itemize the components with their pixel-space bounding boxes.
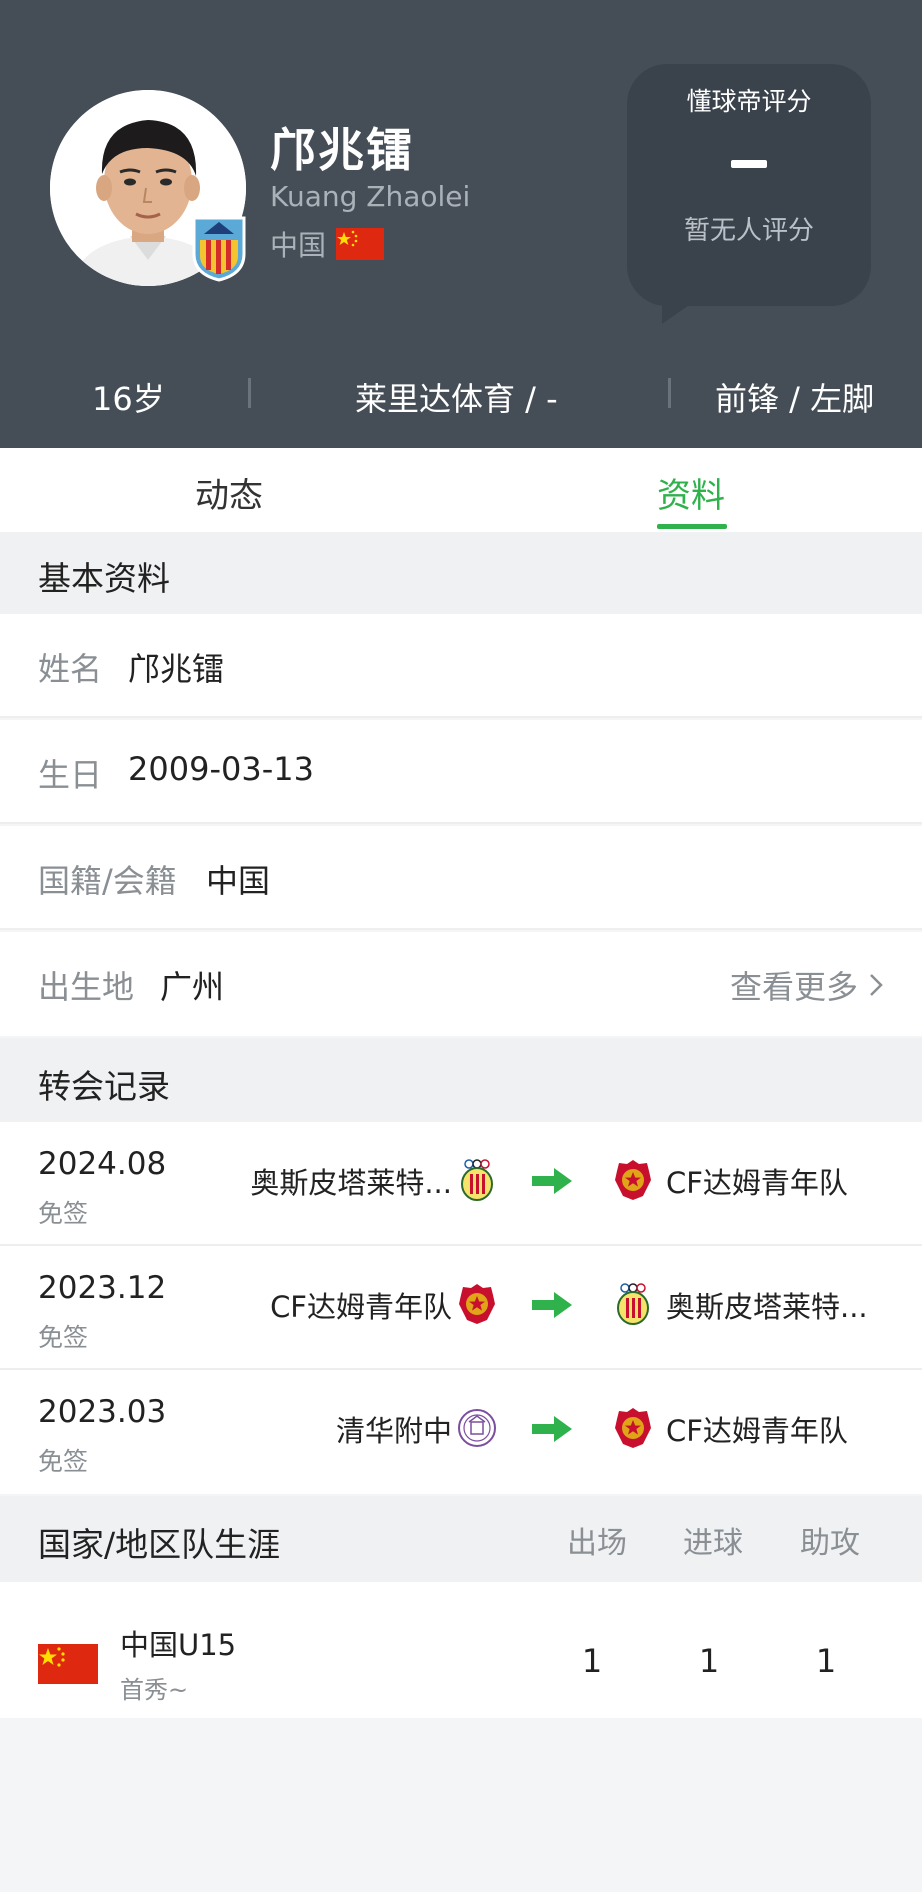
tab-dynamics[interactable]: 动态	[195, 468, 263, 517]
active-tab-indicator	[657, 524, 727, 529]
stat-assists: 1	[815, 1642, 837, 1680]
player-club[interactable]: 莱里达体育 / -	[355, 374, 558, 420]
rating-card[interactable]: 懂球帝评分 暂无人评分	[627, 64, 871, 306]
national-team-name: 中国U15	[120, 1628, 237, 1662]
section-title: 基本资料	[38, 559, 170, 598]
transfer-from-club: 清华附中	[335, 1414, 452, 1448]
player-header: 邝兆镭 Kuang Zhaolei 中国 懂球帝评分 暂无人评分 16岁 莱里达…	[0, 0, 922, 448]
hospitalet-crest-icon	[457, 1158, 497, 1202]
info-value: 邝兆镭	[128, 650, 225, 688]
view-more-link[interactable]: 查看更多	[730, 962, 884, 1008]
info-label: 生日	[38, 756, 103, 794]
player-name-english: Kuang Zhaolei	[270, 180, 471, 213]
player-name: 邝兆镭	[270, 123, 414, 177]
transfer-row[interactable]: 2024.08 免签 奥斯皮塔莱特... CF达姆青年队	[0, 1122, 922, 1246]
transfer-to-club: 奥斯皮塔莱特...	[666, 1290, 868, 1324]
arrow-right-icon	[532, 1290, 574, 1320]
rating-title: 懂球帝评分	[686, 87, 812, 116]
transfer-from-club: CF达姆青年队	[270, 1290, 452, 1324]
section-national-career: 国家/地区队生涯 出场 进球 助攻	[0, 1496, 922, 1582]
section-basic-info: 基本资料	[0, 532, 922, 614]
info-value: 中国	[206, 862, 271, 900]
hospitalet-crest-icon	[613, 1282, 653, 1326]
info-value: 2009-03-13	[128, 750, 314, 788]
transfer-to-club: CF达姆青年队	[666, 1166, 848, 1200]
info-row-birthplace: 出生地 广州 查看更多	[0, 932, 922, 1036]
transfer-date: 2024.08	[38, 1146, 167, 1182]
transfer-from-club: 奥斯皮塔莱特...	[250, 1166, 452, 1200]
info-row-birthday: 生日 2009-03-13	[0, 720, 922, 824]
tab-bar: 动态 资料	[0, 448, 922, 532]
view-more-label: 查看更多	[729, 968, 858, 1006]
national-team-note: 首秀~	[120, 1676, 189, 1704]
china-flag-icon	[336, 228, 385, 260]
section-title: 转会记录	[38, 1067, 170, 1106]
arrow-right-icon	[532, 1414, 574, 1444]
column-header-assists: 助攻	[800, 1526, 860, 1561]
tab-profile[interactable]: 资料	[657, 468, 725, 517]
rating-subtitle: 暂无人评分	[683, 216, 814, 246]
transfer-type: 免签	[38, 1447, 89, 1476]
stat-appearances: 1	[581, 1642, 603, 1680]
transfer-date: 2023.12	[38, 1270, 167, 1306]
player-age: 16岁	[92, 380, 165, 418]
info-row-name: 姓名 邝兆镭	[0, 614, 922, 718]
damm-crest-icon	[457, 1282, 497, 1326]
info-label: 国籍/会籍	[38, 862, 177, 900]
rating-value-empty	[731, 160, 767, 168]
info-value: 广州	[160, 968, 225, 1006]
column-header-apps: 出场	[567, 1526, 627, 1561]
damm-crest-icon	[613, 1406, 653, 1450]
china-flag-icon	[38, 1644, 98, 1684]
transfer-to-club: CF达姆青年队	[666, 1414, 848, 1448]
info-label: 出生地	[38, 968, 135, 1006]
stats-divider	[668, 378, 671, 408]
info-row-nationality: 国籍/会籍 中国	[0, 826, 922, 930]
transfer-type: 免签	[38, 1199, 89, 1228]
arrow-right-icon	[532, 1166, 574, 1196]
chevron-right-icon	[870, 974, 883, 996]
transfer-type: 免签	[38, 1323, 89, 1352]
transfer-row[interactable]: 2023.12 免签 CF达姆青年队 奥斯皮塔莱特...	[0, 1246, 922, 1370]
national-team-row[interactable]: 中国U15 首秀~ 1 1 1	[0, 1582, 922, 1718]
column-header-goals: 进球	[683, 1526, 743, 1561]
transfer-row[interactable]: 2023.03 免签 清华附中 CF达姆青年队	[0, 1370, 922, 1494]
player-nationality: 中国	[270, 224, 385, 264]
player-position: 前锋 / 左脚	[715, 380, 875, 418]
rating-bubble-tail	[662, 296, 702, 324]
stats-divider	[248, 378, 251, 408]
tsinghua-crest-icon	[457, 1406, 497, 1450]
damm-crest-icon	[613, 1158, 653, 1202]
section-transfers: 转会记录	[0, 1038, 922, 1122]
transfer-date: 2023.03	[38, 1394, 167, 1430]
player-stats-bar: 16岁 莱里达体育 / - 前锋 / 左脚	[0, 374, 922, 418]
section-title: 国家/地区队生涯	[38, 1525, 281, 1564]
stat-goals: 1	[698, 1642, 720, 1680]
info-label: 姓名	[38, 650, 103, 688]
nationality-label: 中国	[270, 229, 327, 262]
club-badge-icon[interactable]	[190, 214, 248, 282]
